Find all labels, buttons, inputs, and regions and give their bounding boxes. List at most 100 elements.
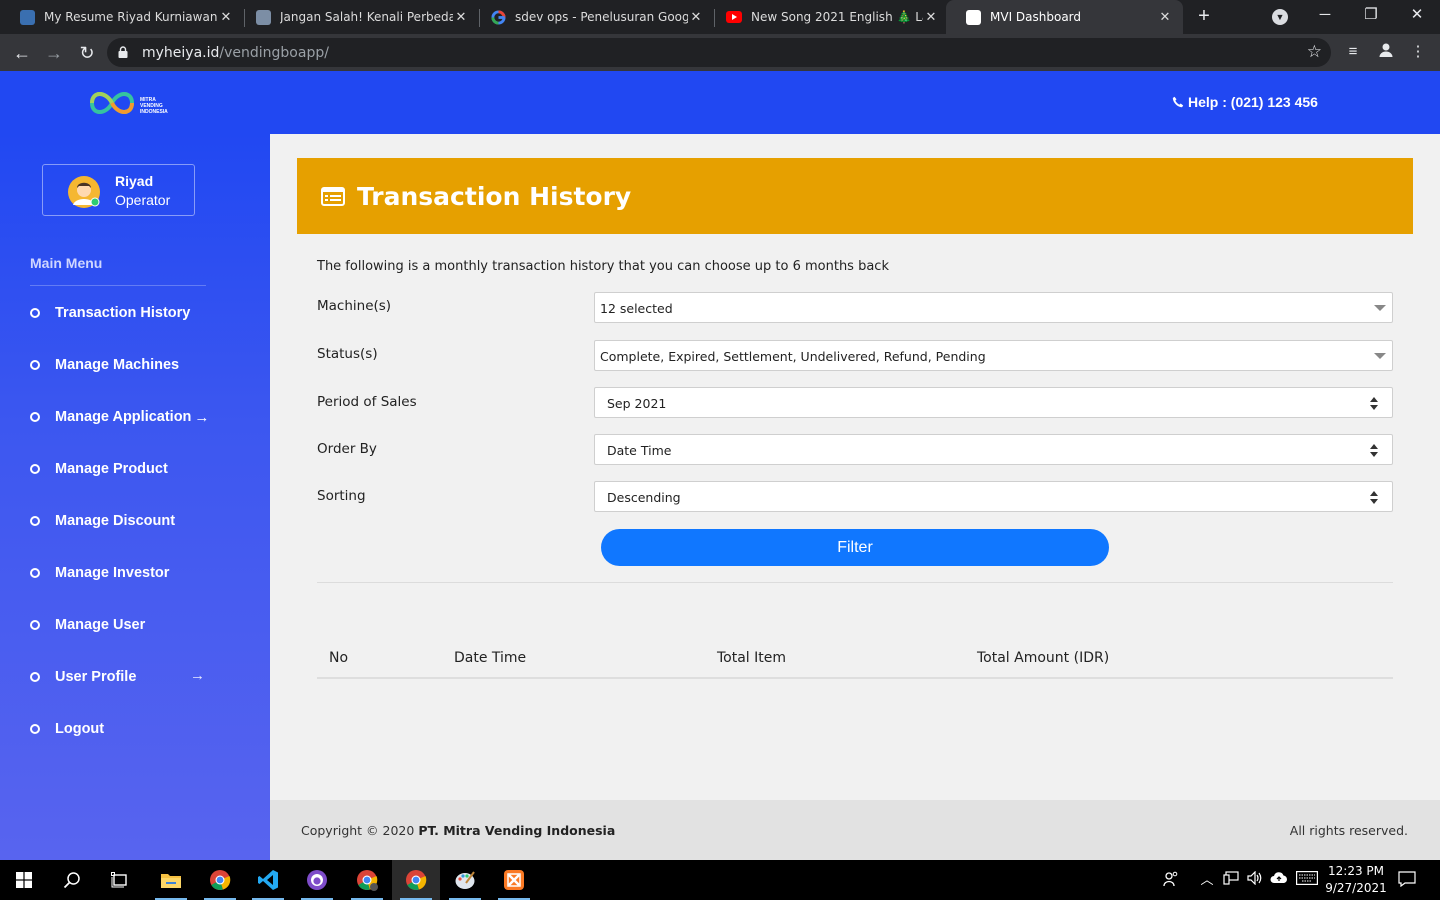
page-title: Transaction History (357, 182, 632, 211)
sidebar-item-user-profile[interactable]: User Profile (30, 666, 136, 688)
article-favicon-icon (256, 9, 271, 25)
sidebar-item-manage-user[interactable]: Manage User (30, 614, 145, 636)
column-header-date-time[interactable]: Date Time (454, 650, 526, 666)
circle-bullet-icon (30, 464, 40, 474)
start-button[interactable] (0, 860, 48, 900)
browser-tab-strip: My Resume Riyad Kurniawan Gu ✕ Jangan Sa… (0, 0, 1440, 34)
network-icon[interactable] (1222, 871, 1240, 889)
filter-button[interactable]: Filter (601, 529, 1109, 566)
browser-toolbar: ← → ↻ myheiya.id/vendingboapp/ ☆ ≡ ⋮ (0, 34, 1440, 71)
mvi-logo[interactable]: MITRA VENDING INDONESIA (86, 85, 186, 121)
xampp-taskbar-button[interactable] (490, 860, 538, 900)
chrome-icon (357, 870, 378, 891)
sidebar-item-manage-discount[interactable]: Manage Discount (30, 510, 175, 532)
select-arrows-icon (1370, 491, 1378, 504)
avatar (68, 176, 100, 208)
sidebar-item-manage-application[interactable]: Manage Application → (30, 406, 209, 428)
sidebar: Riyad Operator Main Menu Transaction His… (0, 134, 270, 860)
new-tab-button[interactable]: + (1193, 5, 1215, 27)
keyboard-icon[interactable] (1296, 871, 1318, 889)
browser-tab-active[interactable]: MVI Dashboard ✕ (946, 0, 1183, 34)
browser-tab[interactable]: sdev ops - Penelusuran Google ✕ (471, 0, 714, 34)
close-tab-icon[interactable]: ✕ (923, 10, 939, 25)
period-select[interactable]: Sep 2021 (594, 387, 1393, 418)
close-tab-icon[interactable]: ✕ (688, 10, 704, 25)
order-by-select[interactable]: Date Time (594, 434, 1393, 465)
circle-bullet-icon (30, 308, 40, 318)
youtube-favicon-icon (726, 11, 742, 23)
tab-search-icon[interactable]: ▼ (1272, 9, 1288, 25)
user-card[interactable]: Riyad Operator (42, 164, 195, 216)
select-arrows-icon (1370, 397, 1378, 410)
reading-list-icon[interactable]: ≡ (1343, 42, 1363, 62)
svg-text:INDONESIA: INDONESIA (140, 109, 168, 115)
back-icon[interactable]: ← (10, 41, 34, 65)
user-role: Operator (115, 192, 171, 208)
sidebar-item-manage-investor[interactable]: Manage Investor (30, 562, 169, 584)
menu-divider (30, 285, 206, 286)
circle-bullet-icon (30, 360, 40, 370)
circle-bullet-icon (30, 620, 40, 630)
address-bar[interactable]: myheiya.id/vendingboapp/ ☆ (107, 38, 1331, 67)
google-favicon-icon (491, 9, 506, 25)
task-view-icon (111, 872, 127, 888)
github-desktop-taskbar-button[interactable] (293, 860, 341, 900)
page-footer: Copyright © 2020 PT. Mitra Vending Indon… (270, 800, 1440, 860)
status-multiselect[interactable]: Complete, Expired, Settlement, Undeliver… (594, 340, 1393, 371)
caret-down-icon (1374, 353, 1386, 359)
onedrive-cloud-icon[interactable] (1270, 871, 1288, 889)
close-tab-icon[interactable]: ✕ (453, 10, 469, 25)
browser-tab[interactable]: My Resume Riyad Kurniawan Gu ✕ (0, 0, 244, 34)
close-tab-icon[interactable]: ✕ (218, 10, 234, 25)
resume-favicon-icon (20, 9, 35, 25)
arrow-right-icon: → (194, 408, 210, 426)
sidebar-item-manage-product[interactable]: Manage Product (30, 458, 168, 480)
browser-tab[interactable]: Jangan Salah! Kenali Perbedaan ✕ (236, 0, 479, 34)
browser-tab[interactable]: New Song 2021 English 🎄 Late ✕ (706, 0, 949, 34)
arrow-right-icon: → (190, 667, 205, 684)
sidebar-item-transaction-history[interactable]: Transaction History (30, 302, 190, 324)
main-content: Transaction History The following is a m… (270, 134, 1440, 801)
file-explorer-button[interactable] (147, 860, 195, 900)
system-clock[interactable]: 12:23 PM 9/27/2021 (1320, 863, 1392, 897)
close-window-icon[interactable]: ✕ (1405, 4, 1429, 26)
chrome-taskbar-button[interactable] (196, 860, 244, 900)
chrome-menu-icon[interactable]: ⋮ (1408, 42, 1428, 62)
circle-bullet-icon (30, 724, 40, 734)
chrome-active-taskbar-button[interactable] (392, 860, 440, 900)
restore-icon[interactable]: ❐ (1359, 4, 1383, 26)
show-hidden-icons-icon[interactable]: ︿ (1198, 871, 1216, 889)
task-view-button[interactable] (96, 860, 144, 900)
machines-multiselect[interactable]: 12 selected (594, 292, 1393, 323)
search-button[interactable] (48, 860, 96, 900)
mvi-favicon-icon (966, 9, 981, 25)
bookmark-star-icon[interactable]: ☆ (1307, 42, 1322, 62)
paint-taskbar-button[interactable] (441, 860, 489, 900)
volume-icon[interactable] (1246, 870, 1264, 889)
column-header-total-amount[interactable]: Total Amount (IDR) (977, 650, 1109, 666)
people-icon[interactable] (1162, 871, 1180, 889)
xampp-icon (504, 870, 524, 890)
notifications-icon[interactable] (1398, 871, 1416, 889)
sorting-select[interactable]: Descending (594, 481, 1393, 512)
reload-icon[interactable]: ↻ (75, 41, 99, 65)
vscode-taskbar-button[interactable] (244, 860, 292, 900)
table-header-underline (317, 677, 1393, 679)
phone-icon (1172, 96, 1184, 108)
column-header-total-item[interactable]: Total Item (717, 650, 786, 666)
sidebar-item-logout[interactable]: Logout (30, 718, 104, 740)
web-page: MITRA VENDING INDONESIA Help : (021) 123… (0, 71, 1440, 860)
intro-text: The following is a monthly transaction h… (317, 259, 889, 274)
column-header-no[interactable]: No (329, 650, 348, 666)
windows-logo-icon (16, 872, 32, 888)
chrome-profile-taskbar-button[interactable] (343, 860, 391, 900)
top-header: MITRA VENDING INDONESIA Help : (021) 123… (0, 71, 1440, 134)
sidebar-item-manage-machines[interactable]: Manage Machines (30, 354, 179, 376)
forward-icon[interactable]: → (42, 41, 66, 65)
profile-icon[interactable] (1376, 42, 1396, 62)
close-tab-icon[interactable]: ✕ (1157, 10, 1173, 25)
minimize-icon[interactable]: ─ (1313, 4, 1337, 26)
copyright-text: Copyright © 2020 PT. Mitra Vending Indon… (301, 823, 616, 838)
folder-icon (161, 874, 181, 888)
main-menu-heading: Main Menu (30, 255, 103, 271)
